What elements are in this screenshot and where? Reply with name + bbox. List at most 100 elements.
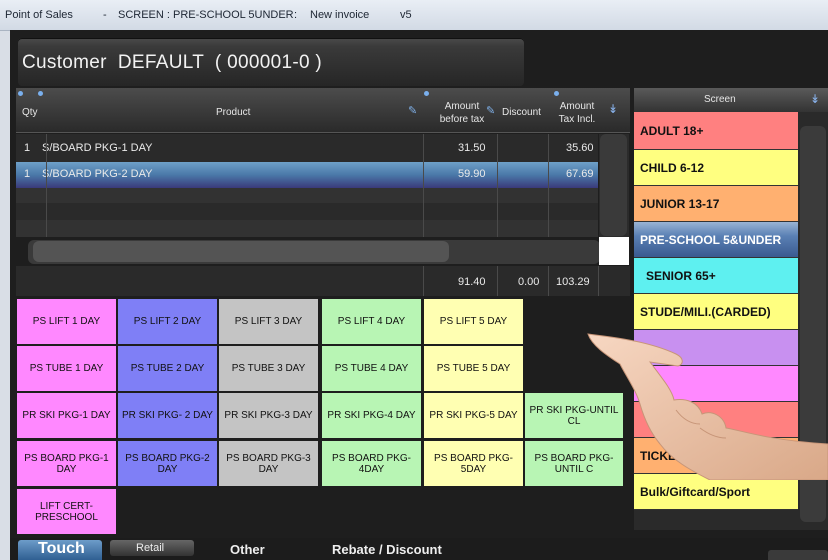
total-discount: 0.00 (518, 276, 540, 288)
grid-horizontal-scroll-thumb[interactable] (33, 241, 449, 262)
product-button[interactable]: LIFT CERT-PRESCHOOL (16, 488, 117, 535)
header-amount-tax-incl-line1: Amount (559, 101, 595, 112)
grid-vertical-scroll-thumb[interactable] (600, 134, 627, 236)
row-amount-tax-incl: 35.60 (566, 142, 594, 154)
row-product: S/BOARD PKG-1 DAY (42, 142, 153, 154)
edit-pencil-icon[interactable]: ✎ (486, 104, 495, 117)
product-button-label: PS BOARD PKG-5DAY (434, 452, 513, 475)
screen-item-label: CHILD 6-12 (640, 160, 705, 175)
product-button[interactable]: PS LIFT 3 DAY (218, 298, 319, 345)
column-divider (497, 134, 498, 237)
header-product[interactable]: Product (216, 106, 250, 119)
product-button-label: PS LIFT 3 DAY (234, 316, 303, 327)
header-amount-before-tax-line2: before tax (439, 114, 485, 125)
title-bar: Point of Sales - SCREEN : PRE-SCHOOL 5UN… (0, 0, 828, 31)
product-button-label: PS BOARD PKG-1 DAY (24, 452, 109, 475)
product-button[interactable]: PR SKI PKG- 2 DAY (117, 392, 218, 439)
invoice-grid-header: Qty Product ✎ Amount before tax ✎ Discou… (16, 88, 630, 133)
product-button[interactable]: PR SKI PKG-3 DAY (218, 392, 319, 439)
product-button-label: PS TUBE 2 DAY (130, 363, 205, 374)
product-button[interactable]: PS BOARD PKG-3 DAY (218, 440, 319, 487)
tab-retail[interactable]: Retail (110, 540, 194, 556)
sort-dot-icon (424, 91, 429, 96)
product-button[interactable]: PR SKI PKG-1 DAY (16, 392, 117, 439)
header-amount-before-tax-line1: Amount (444, 101, 480, 112)
header-qty[interactable]: Qty (22, 106, 38, 119)
title-separator: : (294, 9, 298, 21)
title-version: v5 (400, 9, 412, 21)
tab-touch[interactable]: Touch (18, 540, 102, 560)
tab-touch-label: Touch (38, 540, 85, 557)
tab-other[interactable]: Other (230, 542, 265, 557)
column-divider (497, 266, 498, 296)
tab-rebate-discount[interactable]: Rebate / Discount (332, 542, 442, 557)
product-button-label: PR SKI PKG- 2 DAY (122, 410, 213, 421)
screen-item[interactable]: ADULT 18+ (634, 112, 798, 150)
chevron-double-down-icon[interactable]: ↡ (608, 102, 618, 116)
row-amount-before-tax: 31.50 (458, 142, 486, 154)
product-button[interactable]: PS LIFT 5 DAY (423, 298, 524, 345)
product-button[interactable]: PS TUBE 2 DAY (117, 345, 218, 392)
title-separator: - (103, 9, 107, 21)
screen-panel-title: Screen (704, 94, 736, 105)
product-button[interactable]: PR SKI PKG-5 DAY (423, 392, 524, 439)
total-amount-before-tax: 91.40 (458, 276, 486, 288)
row-amount-before-tax: 59.90 (458, 168, 486, 180)
screen-item[interactable]: JUNIOR 13-17 (634, 186, 798, 222)
product-button-label: PS LIFT 1 DAY (32, 316, 101, 327)
product-button-label: LIFT CERT-PRESCHOOL (35, 500, 98, 523)
product-button[interactable]: PS LIFT 1 DAY (16, 298, 117, 345)
scroll-corner (599, 237, 629, 265)
chevron-double-down-icon[interactable]: ↡ (810, 92, 820, 106)
sort-dot-icon (554, 91, 559, 96)
column-divider (548, 134, 549, 237)
product-button-label: PS TUBE 1 DAY (29, 363, 104, 374)
screen-panel-header: Screen ↡ (634, 88, 828, 112)
product-button[interactable]: PS TUBE 5 DAY (423, 345, 524, 392)
sort-dot-icon (18, 91, 23, 96)
product-button-label: PR SKI PKG-3 DAY (224, 410, 313, 421)
product-button-label: PS TUBE 5 DAY (436, 363, 511, 374)
screen-item[interactable]: SENIOR 65+ (634, 258, 798, 294)
total-amount-tax-incl: 103.29 (556, 276, 590, 288)
empty-row (16, 220, 598, 237)
product-button[interactable]: PS TUBE 1 DAY (16, 345, 117, 392)
header-discount[interactable]: Discount (502, 106, 541, 119)
screen-item-label: ADULT 18+ (640, 123, 704, 138)
product-button[interactable]: PS BOARD PKG-1 DAY (16, 440, 117, 487)
screen-item[interactable]: CHILD 6-12 (634, 150, 798, 186)
column-divider (46, 134, 47, 237)
column-divider (423, 266, 424, 296)
header-amount-before-tax[interactable]: Amount before tax (432, 100, 492, 126)
bottom-right-button[interactable] (768, 550, 828, 560)
product-button[interactable]: PR SKI PKG-4 DAY (321, 392, 422, 439)
product-button[interactable]: PS TUBE 3 DAY (218, 345, 319, 392)
product-button[interactable]: PS BOARD PKG-4DAY (321, 440, 422, 487)
product-button[interactable]: PS LIFT 4 DAY (321, 298, 422, 345)
title-screen: SCREEN : PRE-SCHOOL 5UNDER (118, 9, 294, 21)
product-button-label: PS BOARD PKG-4DAY (332, 452, 411, 475)
product-button[interactable]: PS BOARD PKG-2 DAY (117, 440, 218, 487)
header-amount-tax-incl[interactable]: Amount Tax Incl. (552, 100, 602, 126)
product-button-label: PS TUBE 3 DAY (231, 363, 306, 374)
screen-item[interactable]: PRE-SCHOOL 5&UNDER (634, 222, 798, 258)
table-row-selected[interactable]: 1 S/BOARD PKG-2 DAY 59.90 67.69 (16, 162, 598, 188)
edit-pencil-icon[interactable]: ✎ (408, 104, 417, 117)
product-button-label: PS BOARD PKG-3 DAY (226, 452, 311, 475)
title-invoice: New invoice (310, 9, 370, 21)
table-row[interactable]: 1 S/BOARD PKG-1 DAY 31.50 35.60 (16, 136, 598, 162)
title-app-name: Point of Sales (5, 9, 73, 21)
screen-item-label: PRE-SCHOOL 5&UNDER (640, 232, 782, 247)
customer-box[interactable]: Customer DEFAULT ( 000001-0 ) (18, 38, 524, 86)
tab-retail-label: Retail (136, 542, 165, 554)
product-button[interactable]: PS LIFT 2 DAY (117, 298, 218, 345)
product-button-label: PS TUBE 4 DAY (334, 363, 409, 374)
customer-label: Customer DEFAULT ( 000001-0 ) (22, 52, 323, 73)
product-button[interactable]: PS BOARD PKG-5DAY (423, 440, 524, 487)
row-amount-tax-incl: 67.69 (566, 168, 594, 180)
product-button[interactable]: PS TUBE 4 DAY (321, 345, 422, 392)
row-qty: 1 (24, 168, 31, 180)
column-divider (423, 134, 424, 237)
product-button-label: PR SKI PKG-1 DAY (22, 410, 111, 421)
product-button-label: PS LIFT 4 DAY (337, 316, 406, 327)
